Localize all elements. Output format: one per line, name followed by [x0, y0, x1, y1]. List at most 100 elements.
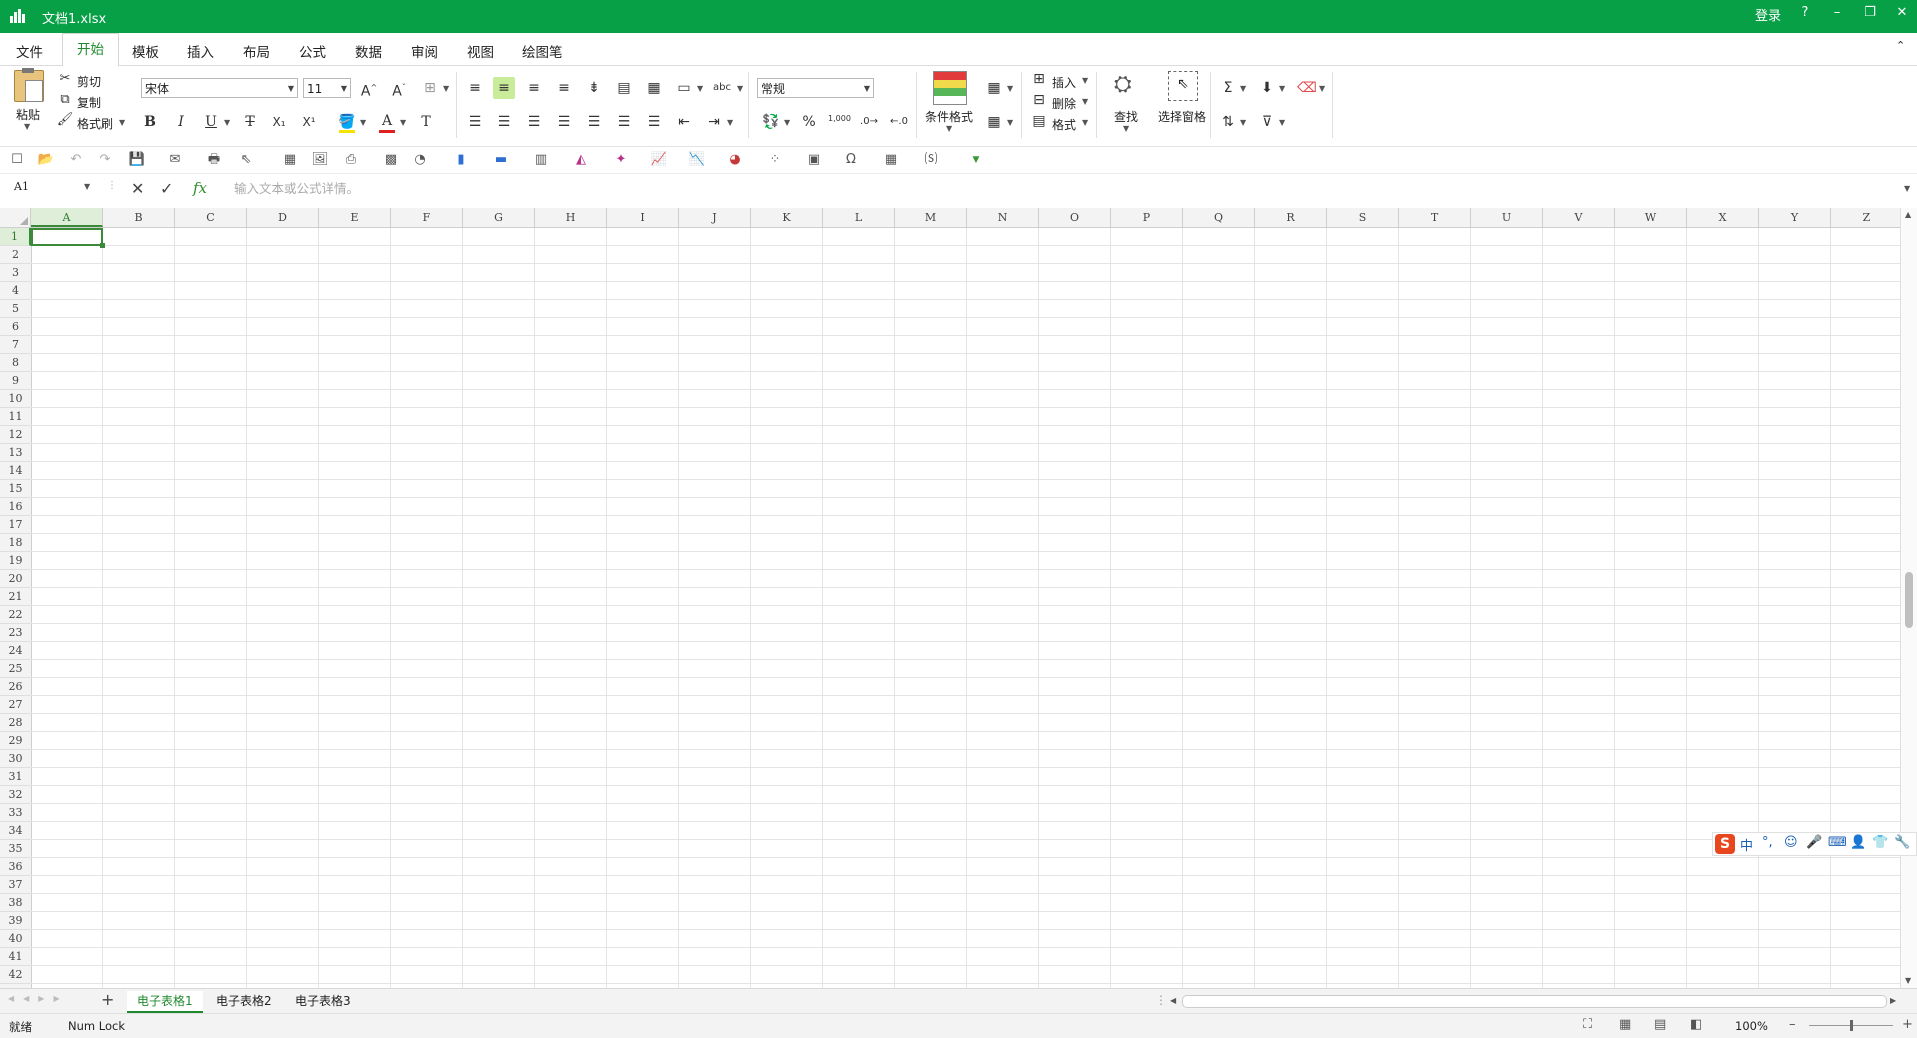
cell-reference-box[interactable]: A1: [14, 180, 29, 193]
row-header-27[interactable]: 27: [0, 696, 31, 714]
row-header-17[interactable]: 17: [0, 516, 31, 534]
bar-chart-icon[interactable]: ▬: [492, 151, 510, 169]
row-header-37[interactable]: 37: [0, 876, 31, 894]
delete-cells-label[interactable]: 删除: [1052, 95, 1076, 112]
filter-dropdown-icon[interactable]: ▼: [1279, 118, 1285, 127]
ime-voice-icon[interactable]: 🎤: [1806, 835, 1822, 850]
row-header-16[interactable]: 16: [0, 498, 31, 516]
row-header-14[interactable]: 14: [0, 462, 31, 480]
merge-cells-icon[interactable]: ▦: [643, 77, 665, 99]
page-layout-view-icon[interactable]: ▤: [1654, 1017, 1666, 1032]
align-left-icon[interactable]: ☰: [464, 111, 486, 133]
merge-dropdown-icon[interactable]: ▼: [697, 84, 703, 93]
tab-view[interactable]: 视图: [467, 41, 494, 61]
find-dropdown-icon[interactable]: ▼: [1123, 124, 1129, 133]
ime-chinese-mode[interactable]: 中: [1740, 835, 1753, 854]
sort-dropdown-icon[interactable]: ▼: [1240, 118, 1246, 127]
increase-indent-icon[interactable]: ⇥: [703, 111, 725, 133]
row-header-19[interactable]: 19: [0, 552, 31, 570]
add-sheet-button[interactable]: +: [101, 990, 114, 1009]
customize-toolbar-icon[interactable]: ▼: [967, 151, 985, 169]
format-painter-label[interactable]: 格式刷: [77, 115, 113, 132]
combo-chart-icon[interactable]: 📉: [688, 151, 706, 169]
row-header-24[interactable]: 24: [0, 642, 31, 660]
column-header-y[interactable]: Y: [1759, 208, 1831, 227]
column-header-g[interactable]: G: [463, 208, 535, 227]
pivot-table-icon[interactable]: ▦: [882, 151, 900, 169]
textbox-icon[interactable]: ▣: [805, 151, 823, 169]
login-button[interactable]: 登录: [1751, 5, 1785, 24]
vertical-distribute-icon[interactable]: ☰: [643, 111, 665, 133]
save-icon[interactable]: 💾: [128, 151, 146, 169]
zoom-level[interactable]: 100%: [1735, 1019, 1768, 1033]
ime-user-icon[interactable]: 👤: [1850, 835, 1866, 850]
format-cells-icon[interactable]: ▤: [1028, 110, 1050, 132]
tab-formulas[interactable]: 公式: [299, 41, 326, 61]
conditional-format-dropdown-icon[interactable]: ▼: [946, 124, 952, 133]
horizontal-scroll-thumb[interactable]: [1182, 995, 1887, 1008]
scissors-icon[interactable]: ✂: [54, 68, 76, 90]
underline-dropdown-icon[interactable]: ▼: [224, 118, 230, 127]
row-header-9[interactable]: 9: [0, 372, 31, 390]
screenshot-icon[interactable]: ⎙: [342, 151, 360, 169]
font-color-icon[interactable]: A: [376, 110, 398, 132]
delete-dropdown-icon[interactable]: ▼: [1082, 97, 1088, 106]
print-icon[interactable]: 🖶: [205, 151, 223, 169]
format-cells-label[interactable]: 格式: [1052, 116, 1076, 133]
delete-cells-icon[interactable]: ⊟: [1028, 89, 1050, 111]
font-name-select[interactable]: 宋体 ▼: [141, 78, 298, 98]
grow-font-icon[interactable]: A^: [358, 77, 380, 100]
align-center-icon[interactable]: ☰: [493, 111, 515, 133]
selection-pane-label[interactable]: 选择窗格: [1158, 108, 1206, 125]
cancel-entry-icon[interactable]: ✕: [131, 179, 144, 198]
close-button[interactable]: ✕: [1888, 5, 1916, 20]
column-header-q[interactable]: Q: [1183, 208, 1255, 227]
column-header-k[interactable]: K: [751, 208, 823, 227]
table-style-dropdown-icon[interactable]: ▼: [1007, 118, 1013, 127]
align-bottom-icon[interactable]: ≡: [523, 77, 545, 99]
copy-label[interactable]: 复制: [77, 94, 101, 111]
align-fill-icon[interactable]: ☰: [553, 111, 575, 133]
tab-layout[interactable]: 布局: [243, 41, 270, 61]
align-top-icon[interactable]: ≡: [464, 77, 486, 99]
cell-style-icon[interactable]: ▦: [983, 77, 1005, 99]
row-header-15[interactable]: 15: [0, 480, 31, 498]
bold-button[interactable]: B: [139, 111, 161, 133]
hscroll-left-icon[interactable]: ◀: [1170, 996, 1176, 1005]
fill-down-icon[interactable]: ⬇: [1256, 77, 1278, 99]
distributed-icon[interactable]: ☰: [613, 111, 635, 133]
zoom-slider-thumb[interactable]: [1850, 1020, 1853, 1031]
column-header-x[interactable]: X: [1687, 208, 1759, 227]
row-header-4[interactable]: 4: [0, 282, 31, 300]
sheet-navigation-arrows[interactable]: ◀◀▶▶: [8, 994, 69, 1003]
column-header-n[interactable]: N: [967, 208, 1039, 227]
font-size-select[interactable]: 11 ▼: [303, 78, 351, 98]
scroll-up-icon[interactable]: ▲: [1905, 210, 1911, 219]
row-header-41[interactable]: 41: [0, 948, 31, 966]
collapse-ribbon-icon[interactable]: ⌃: [1896, 39, 1905, 52]
column-header-d[interactable]: D: [247, 208, 319, 227]
sort-icon[interactable]: ⇅: [1217, 111, 1239, 133]
line-chart-icon[interactable]: 📈: [650, 151, 668, 169]
table-style-icon[interactable]: ▦: [983, 111, 1005, 133]
column-header-w[interactable]: W: [1615, 208, 1687, 227]
tab-templates[interactable]: 模板: [132, 41, 159, 61]
eraser-dropdown-icon[interactable]: ▼: [1319, 84, 1325, 93]
column-header-h[interactable]: H: [535, 208, 607, 227]
row-header-7[interactable]: 7: [0, 336, 31, 354]
copy-icon[interactable]: ⧉: [54, 89, 76, 111]
row-header-26[interactable]: 26: [0, 678, 31, 696]
align-middle-icon[interactable]: ≡: [493, 77, 515, 99]
cell-style-dropdown-icon[interactable]: ▼: [1007, 84, 1013, 93]
row-header-3[interactable]: 3: [0, 264, 31, 282]
row-header-8[interactable]: 8: [0, 354, 31, 372]
row-header-28[interactable]: 28: [0, 714, 31, 732]
autosum-dropdown-icon[interactable]: ▼: [1240, 84, 1246, 93]
row-header-1[interactable]: 1: [0, 228, 31, 246]
row-header-22[interactable]: 22: [0, 606, 31, 624]
format-painter-dropdown-icon[interactable]: ▼: [119, 118, 125, 127]
column-chart-icon[interactable]: ▮: [452, 151, 470, 169]
paste-label[interactable]: 粘贴: [16, 106, 40, 123]
row-header-31[interactable]: 31: [0, 768, 31, 786]
column-header-l[interactable]: L: [823, 208, 895, 227]
